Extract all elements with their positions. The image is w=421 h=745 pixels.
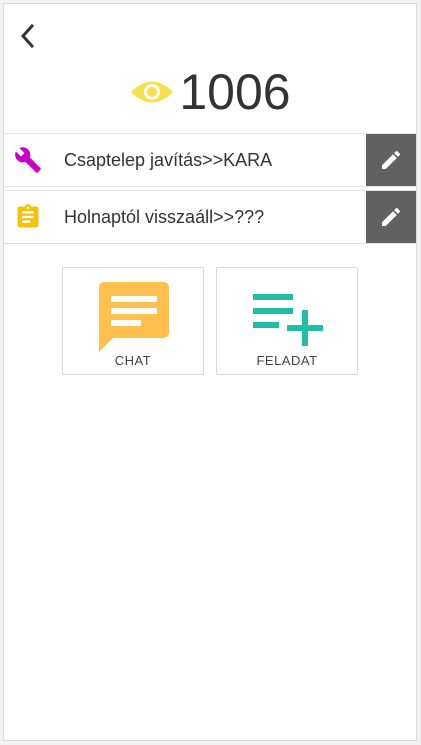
clipboard-icon: [17, 204, 39, 228]
chevron-left-icon: [20, 23, 35, 49]
chat-label: CHAT: [114, 353, 152, 368]
back-button[interactable]: [16, 22, 40, 50]
task-label: Csaptelep javítás>>KARA: [64, 150, 273, 170]
room-number: 1006: [179, 64, 291, 120]
room-header: 1006: [4, 62, 416, 122]
edit-button[interactable]: [366, 134, 416, 186]
chat-button[interactable]: CHAT: [62, 267, 204, 375]
task-label: FELADAT: [256, 353, 318, 368]
edit-button[interactable]: [366, 191, 416, 243]
screen: 1006 Csaptelep javítás>>KARA Holnaptól v…: [3, 3, 417, 741]
task-label: Holnaptól visszaáll>>???: [64, 207, 265, 227]
task-row[interactable]: Holnaptól visszaáll>>???: [4, 190, 416, 244]
eye-icon: [131, 81, 174, 103]
pencil-icon: [382, 150, 401, 169]
add-task-button[interactable]: FELADAT: [216, 267, 358, 375]
playlist-add-icon: [253, 294, 323, 346]
task-row[interactable]: Csaptelep javítás>>KARA: [4, 133, 416, 187]
wrench-icon: [15, 147, 41, 173]
chat-bubble-icon: [99, 282, 169, 352]
pencil-icon: [382, 207, 401, 226]
